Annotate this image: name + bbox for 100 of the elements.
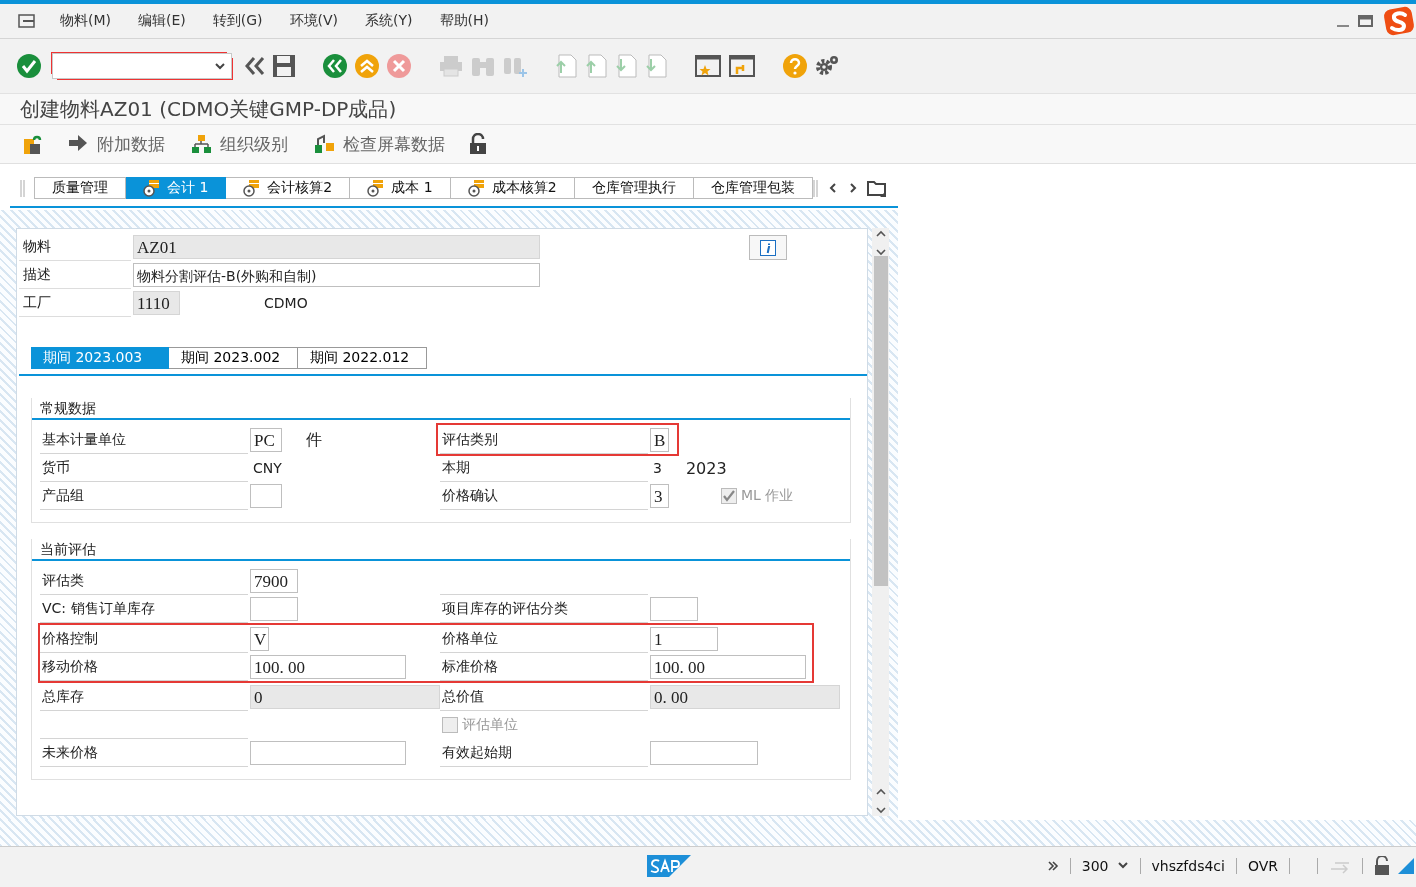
ime-logo-icon <box>1382 5 1416 37</box>
menu-item[interactable]: 系统(Y) <box>365 12 413 30</box>
readonly-field: 0. 00 <box>650 685 840 709</box>
menu-item[interactable]: 转到(G) <box>212 12 263 30</box>
field-label: VC: 销售订单库存 <box>40 595 248 623</box>
field-label: 描述 <box>19 261 131 289</box>
tab[interactable]: 成本核算2 <box>450 177 575 199</box>
scrollbar[interactable] <box>872 228 889 816</box>
blocks-icon <box>314 134 335 154</box>
readonly-field: 1110 <box>133 291 180 315</box>
input-field[interactable] <box>250 597 298 621</box>
field-label: 有效起始期 <box>440 739 648 767</box>
field-value: CNY <box>252 460 282 476</box>
client-number: 300 <box>1081 858 1109 874</box>
info-icon <box>760 239 776 256</box>
readonly-field: 0 <box>250 685 440 709</box>
checkbox: 评估单位 <box>442 711 518 738</box>
input-field[interactable]: V <box>250 627 269 651</box>
checkmark-icon <box>722 489 736 503</box>
help-icon[interactable] <box>782 53 808 79</box>
input-field[interactable]: 3 <box>650 484 669 508</box>
scroll-arrows-icon[interactable] <box>874 786 887 816</box>
command-field[interactable] <box>52 53 232 79</box>
screen-title: 创建物料AZ01 (CDMO关键GMP-DP成品) <box>0 94 1416 125</box>
menu-item[interactable]: 编辑(E) <box>138 12 186 30</box>
tab-list-edge-icon <box>812 178 819 198</box>
toolbar-button[interactable]: 附加数据 <box>66 130 167 158</box>
field-label: 移动价格 <box>40 653 248 681</box>
readonly-field: AZ01 <box>133 235 540 259</box>
input-field[interactable]: 7900 <box>250 569 298 593</box>
new-window-icon[interactable] <box>694 53 722 79</box>
up-icon[interactable] <box>354 53 380 79</box>
menu-item[interactable]: 环境(V) <box>289 12 339 30</box>
arrow-icon <box>68 134 89 154</box>
input-field[interactable] <box>250 484 282 508</box>
group-title: 当前评估 <box>32 539 850 561</box>
checkbox: ML 作业 <box>721 487 794 505</box>
back-icon[interactable] <box>322 53 348 79</box>
menu-icon[interactable] <box>18 14 36 28</box>
input-field[interactable]: PC <box>250 428 282 452</box>
field-label: 物料 <box>19 233 131 261</box>
toolbar-button[interactable]: 检查屏幕数据 <box>312 130 447 158</box>
field-label: 标准价格 <box>440 653 648 681</box>
cancel-icon[interactable] <box>386 53 412 79</box>
field-label: 价格确认 <box>440 482 648 510</box>
tab[interactable]: 质量管理 <box>34 177 126 199</box>
input-field[interactable]: 100. 00 <box>650 655 806 679</box>
tab-list-icon[interactable] <box>866 179 887 197</box>
field-label: 总价值 <box>440 683 648 711</box>
scroll-arrows-icon[interactable] <box>874 228 887 258</box>
unlock-icon <box>1374 856 1390 876</box>
caret-icon <box>215 62 225 70</box>
input-field[interactable] <box>650 597 698 621</box>
field-label: 工厂 <box>19 289 131 317</box>
input-field[interactable]: 100. 00 <box>250 655 406 679</box>
expand-icon[interactable] <box>1046 860 1059 872</box>
field-label: 未来价格 <box>40 739 248 767</box>
info-button[interactable] <box>749 235 787 260</box>
tab[interactable]: 仓库管理包装 <box>693 177 813 199</box>
tab[interactable]: 成本 1 <box>350 177 451 199</box>
input-field[interactable] <box>250 741 406 765</box>
double-left-icon[interactable] <box>244 55 266 77</box>
tab[interactable]: 仓库管理执行 <box>574 177 694 199</box>
menu-item[interactable]: 帮助(H) <box>439 12 490 30</box>
menu-item[interactable]: 物料(M) <box>60 12 111 30</box>
field-label: 总库存 <box>40 683 248 711</box>
plant-name: CDMO <box>264 295 308 311</box>
field-label: 产品组 <box>40 482 248 510</box>
tab[interactable]: 期间 2022.012 <box>298 347 427 369</box>
field-label: 价格单位 <box>440 625 648 653</box>
tab-list-edge-icon <box>20 178 26 198</box>
save-icon[interactable] <box>272 54 296 78</box>
confirm-icon[interactable] <box>16 53 42 79</box>
input-mode: OVR <box>1247 858 1278 874</box>
year-text: 2023 <box>685 458 727 478</box>
input-field[interactable]: 1 <box>650 627 718 651</box>
restore-icon[interactable] <box>1358 14 1374 28</box>
tab[interactable]: 期间 2023.002 <box>169 347 298 369</box>
sap-logo-icon <box>646 855 691 877</box>
resize-grip-icon <box>1398 858 1414 874</box>
shortcut-icon[interactable] <box>728 53 756 79</box>
field-label: 本期 <box>440 454 648 482</box>
unit-text: 件 <box>306 429 322 451</box>
input-field[interactable] <box>650 741 758 765</box>
group-title: 常规数据 <box>32 398 850 420</box>
lock-icon[interactable] <box>469 133 487 155</box>
field-label: 评估类别 <box>440 426 648 454</box>
dropdown-icon[interactable] <box>1116 861 1129 871</box>
server-name: vhszfds4ci <box>1151 858 1225 874</box>
field-label: 货币 <box>40 454 248 482</box>
tab[interactable]: 会计核算2 <box>226 177 351 199</box>
toolbar-button[interactable]: 组织级别 <box>189 130 290 158</box>
input-field[interactable]: B <box>650 428 669 452</box>
field-label: 项目库存的评估分类 <box>440 595 648 623</box>
field-label: 评估类 <box>40 567 248 595</box>
hierarchy-icon <box>191 134 212 154</box>
field-label: 价格控制 <box>40 625 248 653</box>
field-value: 3 <box>652 460 662 476</box>
input-field[interactable]: 物料分割评估-B(外购和自制) <box>133 263 540 287</box>
field-label: 基本计量单位 <box>40 426 248 454</box>
